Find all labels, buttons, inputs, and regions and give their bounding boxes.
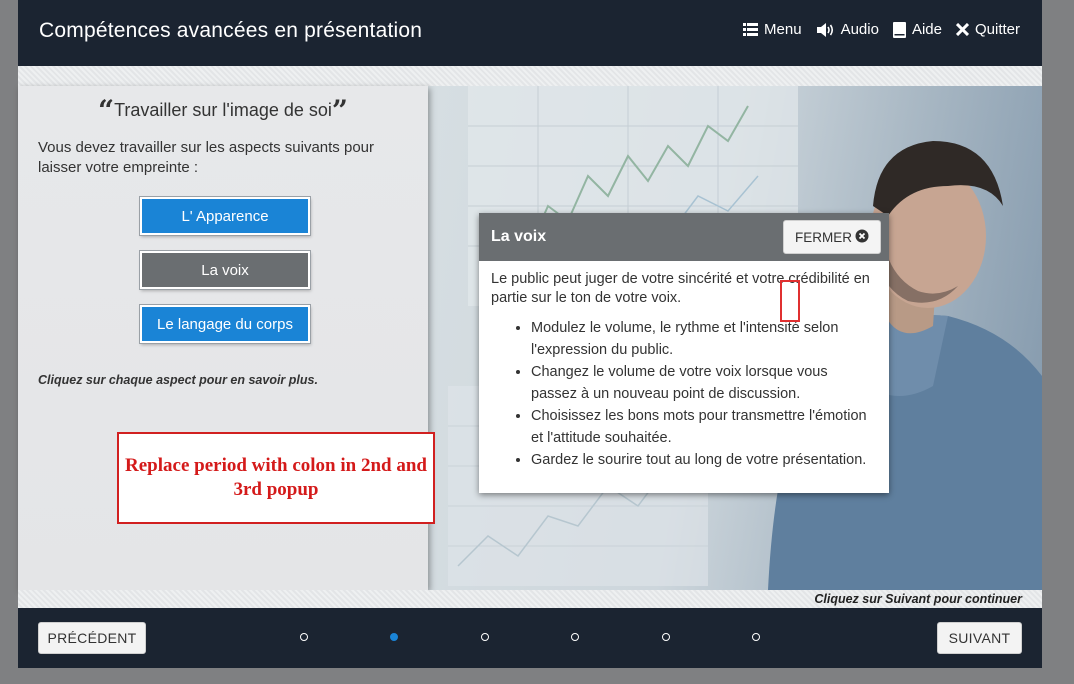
help-button[interactable]: Aide <box>892 21 942 38</box>
close-popup-button[interactable]: FERMER <box>783 220 881 254</box>
book-icon <box>892 21 906 38</box>
list-item: Gardez le sourire tout au long de votre … <box>531 449 876 471</box>
appearance-button[interactable]: L' Apparence <box>140 197 310 235</box>
menu-label: Menu <box>764 21 802 38</box>
menu-button[interactable]: Menu <box>743 21 802 38</box>
course-title: Compétences avancées en présentation <box>39 19 423 42</box>
review-annotation-note: Replace period with colon in 2nd and 3rd… <box>117 432 435 524</box>
quit-label: Quitter <box>974 21 1020 38</box>
close-popup-label: FERMER <box>795 229 852 245</box>
voice-popup: La voix FERMER Le public peut juger de v… <box>479 213 889 493</box>
annotation-highlight-box <box>780 280 800 322</box>
page-dot-4[interactable] <box>571 633 579 641</box>
open-quote-icon: “ <box>97 94 115 127</box>
footer-bar: PRÉCÉDENT SUIVANT <box>18 608 1042 668</box>
quit-button[interactable]: Quitter <box>955 21 1020 38</box>
top-nav: Menu Audio Aide Quitter <box>743 21 1020 38</box>
list-item: Changez le volume de votre voix lorsque … <box>531 361 876 405</box>
course-frame: Compétences avancées en présentation Men… <box>18 0 1042 668</box>
popup-intro-text: Le public peut juger de votre sincérité … <box>491 271 870 306</box>
audio-label: Audio <box>840 21 879 38</box>
audio-button[interactable]: Audio <box>816 21 879 38</box>
close-circle-icon <box>855 229 869 246</box>
voice-button[interactable]: La voix <box>140 251 310 289</box>
popup-header: La voix FERMER <box>479 213 889 261</box>
page-dot-5[interactable] <box>662 633 670 641</box>
intro-text: Vous devez travailler sur les aspects su… <box>38 139 374 176</box>
previous-button[interactable]: PRÉCÉDENT <box>38 622 146 654</box>
page-dot-1[interactable] <box>300 633 308 641</box>
menu-icon <box>743 23 759 36</box>
popup-bullet-list: Modulez le volume, le rythme et l'intens… <box>491 317 876 471</box>
page-dot-6[interactable] <box>752 633 760 641</box>
continue-hint: Cliquez sur Suivant pour continuer <box>814 592 1022 606</box>
header-bar: Compétences avancées en présentation Men… <box>18 0 1042 66</box>
top-divider <box>18 66 1042 86</box>
list-item: Choisissez les bons mots pour transmettr… <box>531 405 876 449</box>
list-item: Modulez le volume, le rythme et l'intens… <box>531 317 876 361</box>
page-dot-2-current[interactable] <box>390 633 398 641</box>
close-quote-icon: ” <box>331 94 349 127</box>
section-title: “Travailler sur l'image de soi” <box>18 97 428 125</box>
popup-title: La voix <box>491 228 547 245</box>
click-hint: Cliquez sur chaque aspect pour en savoir… <box>38 373 318 387</box>
audio-icon <box>816 22 835 38</box>
page-dot-3[interactable] <box>481 633 489 641</box>
next-button[interactable]: SUIVANT <box>937 622 1022 654</box>
help-label: Aide <box>911 21 942 38</box>
section-title-text: Travailler sur l'image de soi <box>114 100 332 120</box>
body-language-button[interactable]: Le langage du corps <box>140 305 310 343</box>
close-x-icon <box>955 23 969 36</box>
